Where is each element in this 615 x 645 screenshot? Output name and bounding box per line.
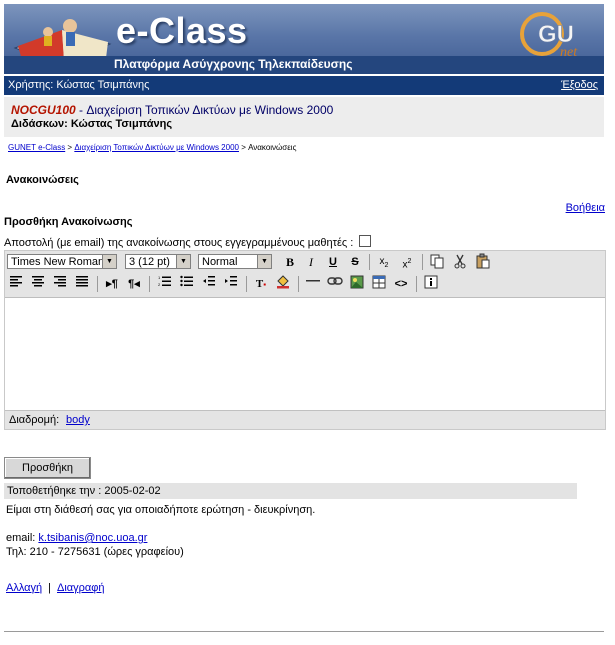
- toolbar-separator: [298, 276, 299, 292]
- ltr-direction-icon[interactable]: ▸¶: [103, 275, 121, 293]
- footer-divider: [4, 631, 604, 632]
- course-header: NOCGU100 - Διαχείριση Τοπικών Δικτύων με…: [4, 97, 604, 137]
- chevron-down-icon: ▼: [102, 255, 116, 268]
- format-value: Normal: [202, 256, 238, 268]
- table-icon[interactable]: [370, 275, 388, 293]
- email-option-label: Αποστολή (με email) της ανακοίνωσης στου…: [4, 237, 354, 249]
- font-size-value: 3 (12 pt): [129, 256, 170, 268]
- banner-subtitle-strip: Πλατφόρμα Ασύγχρονης Τηλεκπαίδευσης: [4, 56, 604, 74]
- outdent-icon[interactable]: [200, 275, 218, 293]
- page-title: Ανακοινώσεις: [6, 174, 79, 186]
- toolbar-separator: [422, 254, 423, 270]
- banner-title: e-Class: [116, 10, 248, 51]
- banner-subtitle: Πλατφόρμα Ασύγχρονης Τηλεκπαίδευσης: [114, 57, 353, 71]
- toolbar-separator: [246, 276, 247, 292]
- underline-icon[interactable]: U: [324, 253, 342, 271]
- course-instructor: Διδάσκων: Κώστας Τσιμπάνης: [11, 118, 173, 130]
- ordered-list-icon[interactable]: 12: [156, 275, 174, 293]
- toolbar-separator: [416, 276, 417, 292]
- breadcrumb-separator: >: [65, 143, 75, 152]
- rtl-direction-icon[interactable]: ¶◂: [125, 275, 143, 293]
- breadcrumb-home[interactable]: GUNET e-Class: [8, 143, 65, 152]
- background-color-icon[interactable]: [274, 275, 292, 293]
- course-title-line: NOCGU100 - Διαχείριση Τοπικών Δικτύων με…: [11, 103, 333, 117]
- user-label: Χρήστης: Κώστας Τσιμπάνης: [8, 79, 150, 91]
- email-checkbox[interactable]: [359, 235, 372, 247]
- breadcrumb: GUNET e-Class > Διαχείριση Τοπικών Δικτύ…: [8, 143, 296, 152]
- justify-icon[interactable]: [73, 275, 91, 293]
- about-icon[interactable]: [422, 275, 440, 293]
- gunet-logo: GU net: [520, 12, 578, 60]
- help-link[interactable]: Βοήθεια: [566, 202, 605, 214]
- chevron-down-icon: ▼: [257, 255, 271, 268]
- announcement-email-line: email: k.tsibanis@noc.uoa.gr: [6, 531, 315, 545]
- course-title-separator: -: [75, 103, 87, 117]
- breadcrumb-course[interactable]: Διαχείριση Τοπικών Δικτύων με Windows 20…: [74, 143, 239, 152]
- horizontal-rule-icon[interactable]: [304, 275, 322, 293]
- font-family-value: Times New Roman: [11, 256, 105, 268]
- superscript-icon[interactable]: x2: [398, 253, 416, 271]
- image-icon[interactable]: [348, 275, 366, 293]
- copy-icon[interactable]: [428, 253, 446, 271]
- svg-text:2: 2: [158, 282, 161, 287]
- action-separator: |: [48, 582, 52, 594]
- bold-icon[interactable]: B: [281, 253, 299, 271]
- path-label: Διαδρομή:: [9, 414, 60, 426]
- svg-text:1: 1: [158, 275, 161, 280]
- chevron-down-icon: ▼: [176, 255, 190, 268]
- unordered-list-icon[interactable]: [178, 275, 196, 293]
- align-left-icon[interactable]: [7, 275, 25, 293]
- announcement-date: Τοποθετήθηκε την : 2005-02-02: [4, 483, 577, 499]
- edit-link[interactable]: Αλλαγή: [6, 582, 42, 594]
- breadcrumb-separator: >: [238, 143, 249, 152]
- editor-toolbar: Times New Roman ▼ 3 (12 pt) ▼ Normal ▼ B I …: [5, 251, 605, 298]
- link-icon[interactable]: [326, 275, 344, 293]
- add-announcement-heading: Προσθήκη Ανακοίνωσης: [4, 216, 133, 228]
- gunet-logo-text: GU: [538, 21, 574, 48]
- email-link[interactable]: k.tsibanis@noc.uoa.gr: [38, 532, 147, 544]
- subscript-icon[interactable]: x2: [375, 253, 393, 271]
- rich-text-editor: Times New Roman ▼ 3 (12 pt) ▼ Normal ▼ B I …: [4, 250, 606, 430]
- editor-status-bar: Διαδρομή: body: [5, 410, 605, 429]
- editor-content-area[interactable]: [5, 298, 605, 410]
- logout-link[interactable]: Έξοδος: [561, 79, 598, 91]
- email-label: email:: [6, 532, 39, 544]
- html-source-icon[interactable]: <>: [392, 275, 410, 293]
- align-right-icon[interactable]: [51, 275, 69, 293]
- text-color-icon[interactable]: T▪: [252, 275, 270, 293]
- paste-icon[interactable]: [474, 253, 492, 271]
- italic-icon[interactable]: I: [302, 253, 320, 271]
- indent-icon[interactable]: [222, 275, 240, 293]
- toolbar-separator: [369, 254, 370, 270]
- font-size-select[interactable]: 3 (12 pt) ▼: [125, 254, 191, 269]
- cut-icon[interactable]: [451, 253, 469, 271]
- header-banner: e-Class GU net Πλατφόρμα Ασύγχρονης Τηλε…: [4, 4, 604, 74]
- align-center-icon[interactable]: [29, 275, 47, 293]
- announcement-phone: Τηλ: 210 - 7275631 (ώρες γραφείου): [6, 546, 184, 558]
- delete-link[interactable]: Διαγραφή: [57, 582, 105, 594]
- font-family-select[interactable]: Times New Roman ▼: [7, 254, 117, 269]
- add-announcement-button[interactable]: Προσθήκη: [4, 457, 91, 479]
- course-code: NOCGU100: [11, 103, 76, 117]
- path-body-link[interactable]: body: [66, 414, 90, 426]
- announcement-body: Είμαι στη διάθεσή σας για οποιαδήποτε ερ…: [6, 503, 315, 559]
- course-title: Διαχείριση Τοπικών Δικτύων με Windows 20…: [86, 103, 334, 117]
- breadcrumb-current: Ανακοινώσεις: [248, 143, 297, 152]
- toolbar-separator: [97, 276, 98, 292]
- email-option: Αποστολή (με email) της ανακοίνωσης στου…: [4, 235, 372, 249]
- format-select[interactable]: Normal ▼: [198, 254, 272, 269]
- user-bar: Χρήστης: Κώστας Τσιμπάνης Έξοδος: [4, 76, 604, 95]
- strikethrough-icon[interactable]: S: [346, 253, 364, 271]
- toolbar-separator: [149, 276, 150, 292]
- announcement-text: Είμαι στη διάθεσή σας για οποιαδήποτε ερ…: [6, 504, 316, 516]
- announcement-actions: Αλλαγή | Διαγραφή: [6, 582, 105, 594]
